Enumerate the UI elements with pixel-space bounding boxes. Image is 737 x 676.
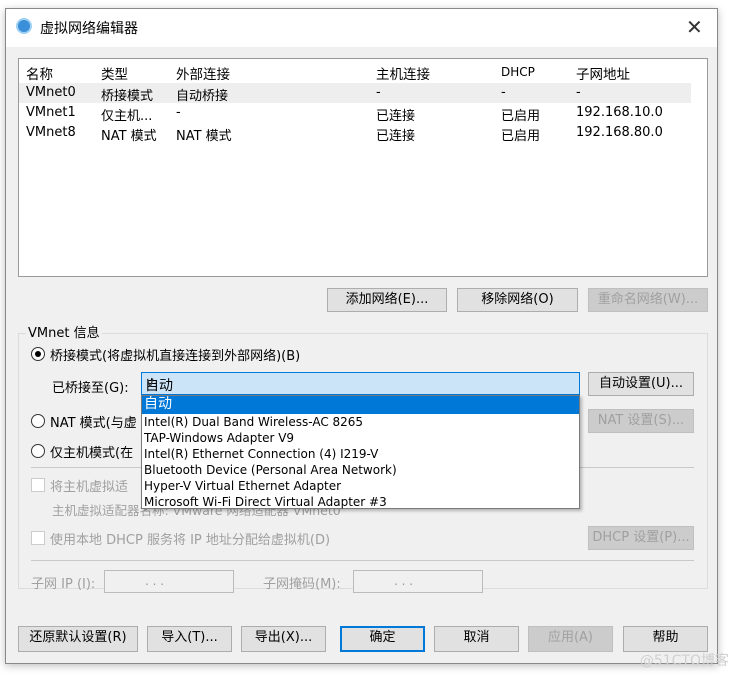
dropdown-option[interactable]: 自动: [142, 396, 579, 414]
add-network-button[interactable]: 添加网络(E)...: [327, 288, 447, 312]
network-globe-icon: [16, 18, 32, 34]
dropdown-option[interactable]: Microsoft Wi-Fi Direct Virtual Adapter #…: [142, 494, 579, 510]
vmnet-info-label: VMnet 信息: [26, 322, 102, 341]
cell: 仅主机...: [101, 109, 153, 124]
nat-radio[interactable]: [31, 414, 45, 428]
cell: -: [576, 85, 581, 100]
cell: 已连接: [376, 129, 416, 144]
auto-settings-button[interactable]: 自动设置(U)...: [588, 372, 694, 396]
subnet-ip-input: . . .: [104, 570, 234, 593]
divider: [31, 560, 694, 561]
column-header[interactable]: 子网地址: [576, 63, 630, 83]
cell: 已连接: [376, 109, 416, 124]
subnet-mask-label: 子网掩码(M):: [263, 577, 341, 592]
dropdown-option[interactable]: TAP-Windows Adapter V9: [142, 430, 579, 446]
table-row[interactable]: VMnet1 仅主机... - 已连接 已启用 192.168.10.0: [19, 103, 691, 124]
cell: 已启用: [501, 109, 541, 124]
bridged-to-select[interactable]: 自动 ∨: [141, 372, 580, 395]
cell: 自动桥接: [176, 89, 229, 104]
cell: NAT 模式: [176, 129, 232, 144]
subnet-ip-label: 子网 IP (I):: [31, 577, 96, 592]
table-header: 名称 类型 外部连接 主机连接 DHCP 子网地址: [19, 61, 691, 83]
cell: 桥接模式: [101, 89, 154, 104]
rename-network-button: 重命名网络(W)...: [588, 288, 708, 312]
title-bar: 虚拟网络编辑器 ✕: [6, 9, 717, 47]
host-only-radio[interactable]: [31, 444, 45, 458]
bridged-label[interactable]: 桥接模式(将虚拟机直接连接到外部网络)(B): [50, 345, 300, 364]
dhcp-checkbox: [31, 531, 45, 545]
bridged-to-dropdown-list[interactable]: 自动 Intel(R) Dual Band Wireless-AC 8265 T…: [141, 395, 580, 509]
close-icon[interactable]: ✕: [686, 15, 703, 39]
column-header[interactable]: 名称: [26, 63, 53, 83]
network-list[interactable]: 名称 类型 外部连接 主机连接 DHCP 子网地址 VMnet0 桥接模式 自动…: [18, 58, 708, 277]
cell: -: [176, 105, 181, 120]
column-header[interactable]: 类型: [101, 63, 128, 83]
dropdown-option[interactable]: Intel(R) Ethernet Connection (4) I219-V: [142, 446, 579, 462]
watermark: @51CTO博客: [639, 653, 729, 669]
cell: NAT 模式: [101, 129, 157, 144]
dhcp-label: 使用本地 DHCP 服务将 IP 地址分配给虚拟机(D): [50, 533, 331, 548]
column-header[interactable]: 外部连接: [176, 63, 230, 83]
apply-button: 应用(A): [528, 626, 613, 652]
table-row[interactable]: VMnet0 桥接模式 自动桥接 - - -: [19, 83, 691, 104]
column-header[interactable]: DHCP: [501, 65, 535, 79]
dhcp-settings-button: DHCP 设置(P)...: [588, 526, 694, 550]
cell: VMnet8: [26, 125, 76, 140]
bridged-radio[interactable]: [31, 347, 45, 361]
dropdown-option[interactable]: Bluetooth Device (Personal Area Network): [142, 462, 579, 478]
cell: VMnet0: [26, 85, 76, 100]
subnet-mask-input: . . .: [353, 570, 483, 593]
nat-label[interactable]: NAT 模式(与虚: [50, 412, 137, 431]
dropdown-option[interactable]: Hyper-V Virtual Ethernet Adapter: [142, 478, 579, 494]
cell: VMnet1: [26, 105, 76, 120]
cell: 192.168.10.0: [576, 105, 663, 120]
ok-button[interactable]: 确定: [340, 626, 425, 652]
cell: 192.168.80.0: [576, 125, 663, 140]
chevron-down-icon: ∨: [145, 375, 156, 391]
bridged-to-label: 已桥接至(G):: [52, 381, 129, 396]
table-row[interactable]: VMnet8 NAT 模式 NAT 模式 已连接 已启用 192.168.80.…: [19, 123, 691, 144]
cancel-button[interactable]: 取消: [434, 626, 519, 652]
virtual-network-editor-window: 虚拟网络编辑器 ✕ 名称 类型 外部连接 主机连接 DHCP 子网地址 VMne…: [5, 8, 718, 664]
cell: 已启用: [501, 129, 541, 144]
export-button[interactable]: 导出(X)...: [241, 626, 326, 652]
nat-settings-button: NAT 设置(S)...: [588, 409, 694, 433]
restore-defaults-button[interactable]: 还原默认设置(R): [18, 626, 138, 652]
cell: -: [501, 85, 506, 100]
cell: -: [376, 85, 381, 100]
host-only-label[interactable]: 仅主机模式(在: [50, 442, 133, 461]
column-header[interactable]: 主机连接: [376, 63, 430, 83]
help-button[interactable]: 帮助: [623, 626, 708, 652]
remove-network-button[interactable]: 移除网络(O): [457, 288, 578, 312]
connect-adapter-checkbox: [31, 478, 45, 492]
window-title: 虚拟网络编辑器: [40, 21, 138, 37]
dropdown-option[interactable]: Intel(R) Dual Band Wireless-AC 8265: [142, 414, 579, 430]
import-button[interactable]: 导入(T)...: [147, 626, 232, 652]
connect-adapter-label: 将主机虚拟适: [50, 480, 129, 495]
